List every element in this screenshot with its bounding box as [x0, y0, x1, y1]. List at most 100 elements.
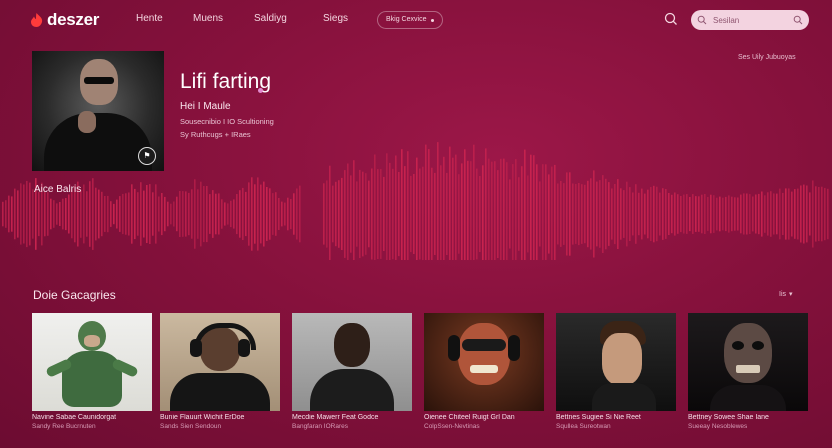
- waveform-bar: [329, 165, 331, 260]
- waveform-bar: [380, 169, 382, 259]
- waveform-bar: [662, 188, 664, 240]
- waveform-bar: [500, 158, 502, 260]
- card-artwork: [556, 313, 676, 411]
- waveform-bar: [545, 164, 547, 260]
- search-input[interactable]: [711, 14, 785, 26]
- waveform-bar: [299, 185, 301, 243]
- card-title: Bunie Flauurt Wichit ErDoe: [160, 414, 245, 421]
- waveform-bar: [236, 194, 238, 235]
- waveform-bar: [770, 191, 772, 237]
- waveform-bar: [245, 191, 247, 237]
- waveform-bar: [344, 170, 346, 258]
- waveform-bar: [497, 170, 499, 258]
- waveform-bar: [125, 193, 127, 235]
- waveform-bar: [110, 201, 112, 227]
- waveform-bar: [509, 179, 511, 249]
- waveform-bar: [386, 153, 388, 260]
- waveform-bar: [284, 202, 286, 226]
- waveform-bar: [644, 193, 646, 235]
- waveform-bar: [266, 187, 268, 241]
- waveform-bar: [485, 148, 487, 260]
- waveform-bar: [818, 187, 820, 242]
- waveform-bar: [776, 193, 778, 235]
- search-field[interactable]: [691, 10, 809, 30]
- see-all-link[interactable]: Ses Uily Jubuoyas: [738, 54, 796, 61]
- waveform-bar: [218, 193, 220, 235]
- waveform-bar: [62, 198, 64, 230]
- waveform-bar: [407, 151, 409, 260]
- waveform-bar: [59, 202, 61, 226]
- waveform-bar: [473, 144, 475, 260]
- playlist-card[interactable]: Navine Sabae Caunidorgat Sandy Ree Bucrn…: [32, 313, 152, 430]
- waveform-bar: [632, 192, 634, 236]
- waveform-bar: [608, 182, 610, 246]
- section-view-toggle[interactable]: Iis ▾: [779, 290, 793, 299]
- waveform-bar: [707, 197, 709, 231]
- waveform-bar: [773, 193, 775, 235]
- waveform-bar: [506, 162, 508, 260]
- card-artwork: [160, 313, 280, 411]
- playlist-card[interactable]: Bunie Flauurt Wichit ErDoe Sands Sien Se…: [160, 313, 280, 430]
- waveform-bar: [428, 149, 430, 260]
- nav-item-library[interactable]: Saldiyg: [254, 13, 287, 24]
- audio-waveform[interactable]: [0, 140, 832, 260]
- artist-name[interactable]: Hei I Maule: [180, 101, 231, 112]
- card-subtitle: Squllea Sureotwan: [556, 423, 611, 430]
- waveform-bar: [356, 181, 358, 247]
- album-meta-line-1: Sousecnibio I IO Scultioning: [180, 117, 274, 126]
- playlist-card[interactable]: Mecdie Mawerr Feat Godce Bangfaran IORar…: [292, 313, 412, 430]
- waveform-bar: [128, 192, 130, 236]
- waveform-bar: [794, 189, 796, 239]
- waveform-bar: [404, 166, 406, 260]
- card-subtitle: Bangfaran IORares: [292, 423, 349, 430]
- section-control-label: Iis: [779, 290, 786, 298]
- title-cursor-dot: [258, 88, 263, 93]
- waveform-bar: [590, 178, 592, 250]
- waveform-bar: [68, 194, 70, 234]
- waveform-bar: [290, 199, 292, 230]
- waveform-bar: [230, 200, 232, 228]
- search-submit-icon[interactable]: [793, 15, 803, 25]
- waveform-bar: [449, 146, 451, 260]
- waveform-bar: [368, 180, 370, 248]
- waveform-bar: [743, 193, 745, 235]
- waveform-bar: [554, 164, 556, 260]
- playlist-card[interactable]: Oienee Chiteel Ruigt Grl Dan ColpSsen-Ne…: [424, 313, 544, 430]
- waveform-bar: [56, 203, 58, 225]
- search-icon[interactable]: [664, 12, 678, 26]
- waveform-bar: [767, 192, 769, 236]
- waveform-bar: [629, 187, 631, 241]
- waveform-bar: [782, 192, 784, 235]
- card-artwork: [688, 313, 808, 411]
- card-subtitle: Sandy Ree Bucrnuten: [32, 423, 96, 430]
- waveform-bar: [224, 202, 226, 226]
- waveform-bar: [275, 192, 277, 236]
- waveform-bar: [71, 189, 73, 239]
- app-logo[interactable]: deszer: [30, 10, 99, 30]
- nav-item-songs[interactable]: Siegs: [323, 13, 348, 24]
- waveform-bar: [452, 157, 454, 260]
- waveform-bar: [353, 160, 355, 260]
- waveform-bar: [32, 189, 34, 239]
- waveform-bar: [620, 188, 622, 240]
- waveform-bar: [812, 180, 814, 248]
- waveform-bar: [383, 176, 385, 251]
- waveform-bar: [443, 156, 445, 260]
- waveform-bar: [593, 170, 595, 258]
- waveform-bar: [269, 188, 271, 240]
- waveform-bar: [512, 164, 514, 260]
- card-artwork: [292, 313, 412, 411]
- playlist-card[interactable]: Bettnes Sugiee Si Nie Reet Squllea Sureo…: [556, 313, 676, 430]
- nav-item-home[interactable]: Hente: [136, 13, 163, 24]
- waveform-bar: [764, 195, 766, 233]
- playlist-card[interactable]: Bettney Sowee Shae Iane Sueeay Nesoblewe…: [688, 313, 808, 430]
- waveform-bar: [521, 166, 523, 260]
- waveform-bar: [611, 188, 613, 240]
- waveform-bar: [821, 186, 823, 242]
- nav-item-music[interactable]: Muens: [193, 13, 223, 24]
- cover-figure-hand: [78, 111, 96, 133]
- waveform-bar: [422, 166, 424, 260]
- device-selector-button[interactable]: Bkig Cexvice: [377, 11, 444, 29]
- waveform-bar: [116, 199, 118, 229]
- waveform-bar: [173, 201, 175, 227]
